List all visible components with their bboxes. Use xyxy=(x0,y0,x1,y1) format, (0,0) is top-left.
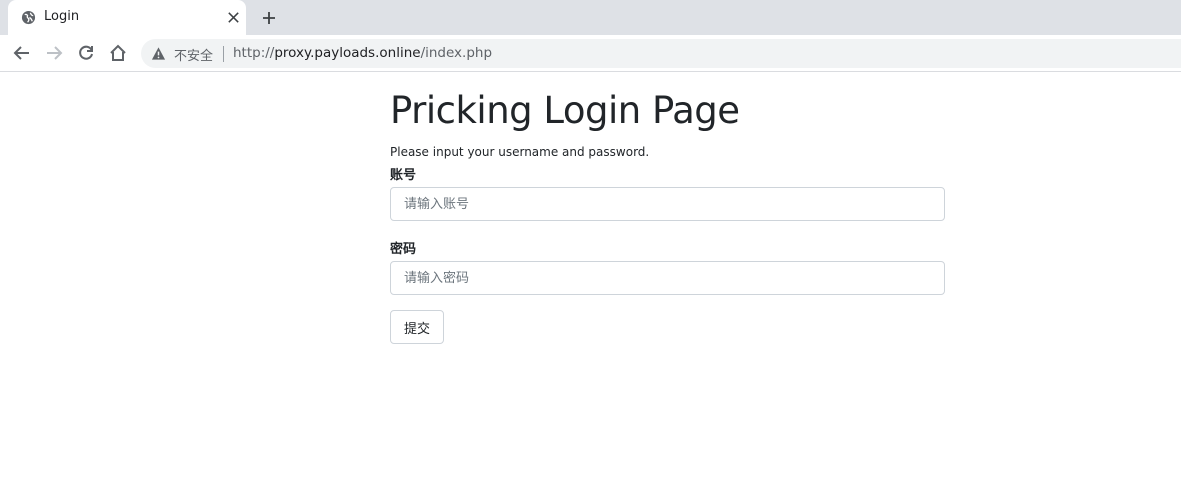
password-label: 密码 xyxy=(390,242,417,257)
warning-icon[interactable] xyxy=(151,46,166,61)
username-input[interactable] xyxy=(390,187,945,221)
reload-icon[interactable] xyxy=(76,43,96,63)
tab-strip: Login xyxy=(0,0,1181,35)
address-bar[interactable]: 不安全 http://proxy.payloads.online/index.p… xyxy=(141,39,1181,68)
url-scheme: http:// xyxy=(233,45,275,61)
browser-toolbar: 不安全 http://proxy.payloads.online/index.p… xyxy=(0,35,1181,72)
divider xyxy=(223,46,224,62)
forward-arrow-icon[interactable] xyxy=(44,43,64,63)
page-title: Pricking Login Page xyxy=(390,89,740,132)
back-arrow-icon[interactable] xyxy=(12,43,32,63)
tab-title: Login xyxy=(44,9,80,24)
security-status[interactable]: 不安全 xyxy=(174,45,213,64)
close-icon[interactable] xyxy=(226,10,241,25)
page-subtitle: Please input your username and password. xyxy=(390,145,650,159)
submit-button[interactable]: 提交 xyxy=(390,310,444,344)
plus-icon[interactable] xyxy=(261,10,277,26)
url-path: /index.php xyxy=(420,45,493,61)
globe-icon xyxy=(21,10,36,25)
url-host: proxy.payloads.online xyxy=(274,45,421,61)
home-icon[interactable] xyxy=(108,43,128,63)
url-text[interactable]: http://proxy.payloads.online/index.php xyxy=(233,45,492,61)
password-input[interactable] xyxy=(390,261,945,295)
browser-tab[interactable]: Login xyxy=(8,0,246,35)
username-label: 账号 xyxy=(390,168,417,183)
